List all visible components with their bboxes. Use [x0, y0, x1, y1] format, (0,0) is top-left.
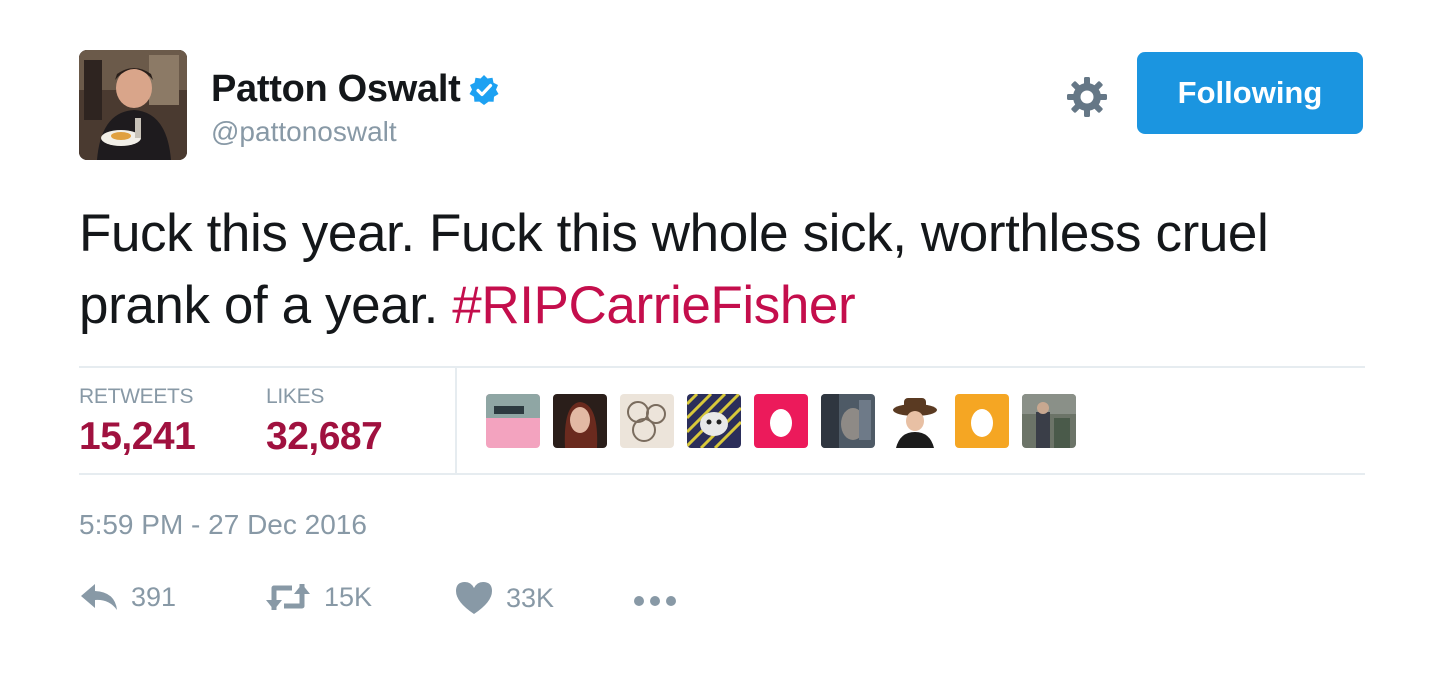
more-dots-icon	[634, 596, 676, 606]
like-count: 33K	[506, 582, 555, 613]
retweets-label: RETWEETS	[79, 385, 194, 408]
hashtag-link[interactable]: #RIPCarrieFisher	[452, 276, 855, 335]
following-button[interactable]: Following	[1137, 52, 1363, 134]
stats-vertical-divider	[455, 368, 457, 474]
author-handle[interactable]: @pattonoswalt	[211, 116, 397, 148]
stats-bottom-divider	[79, 473, 1365, 475]
like-action[interactable]: 33K	[454, 580, 554, 616]
liker-avatar-egg[interactable]	[955, 394, 1009, 448]
tweet-timestamp[interactable]: 5:59 PM - 27 Dec 2016	[79, 509, 367, 541]
liker-avatar[interactable]	[687, 394, 741, 448]
liker-avatar[interactable]	[486, 394, 540, 448]
retweet-icon	[266, 584, 310, 610]
retweet-count: 15K	[324, 581, 373, 612]
liker-avatar[interactable]	[821, 394, 875, 448]
heart-icon	[456, 582, 492, 614]
more-actions[interactable]	[632, 584, 678, 618]
tweet-text: Fuck this year. Fuck this whole sick, wo…	[79, 198, 1339, 342]
retweets-stat[interactable]: RETWEETS 15,241	[79, 385, 196, 459]
verified-badge-icon	[469, 74, 499, 105]
liker-avatar[interactable]	[553, 394, 607, 448]
reply-icon	[81, 584, 117, 610]
gear-icon[interactable]	[1065, 75, 1109, 119]
reply-action[interactable]: 391	[79, 580, 176, 614]
likes-value: 32,687	[266, 415, 383, 458]
reply-count: 391	[131, 581, 177, 612]
liker-avatar[interactable]	[888, 394, 942, 448]
author-name-row[interactable]: Patton Oswalt	[211, 68, 500, 111]
liker-avatar[interactable]	[620, 394, 674, 448]
liker-avatar[interactable]	[1022, 394, 1076, 448]
likes-stat[interactable]: LIKES 32,687	[266, 385, 383, 459]
liker-avatar-egg[interactable]	[754, 394, 808, 448]
tweet-actions: 391 15K 33K	[79, 580, 779, 624]
liker-avatars	[486, 394, 1076, 448]
stats-top-divider	[79, 366, 1365, 368]
retweet-action[interactable]: 15K	[264, 580, 372, 614]
likes-label: LIKES	[266, 385, 325, 408]
retweets-value: 15,241	[79, 415, 196, 458]
tweet-card: Patton Oswalt @pattonoswalt Following Fu…	[0, 0, 1440, 676]
author-name[interactable]: Patton Oswalt	[211, 68, 461, 111]
author-avatar[interactable]	[79, 50, 187, 160]
